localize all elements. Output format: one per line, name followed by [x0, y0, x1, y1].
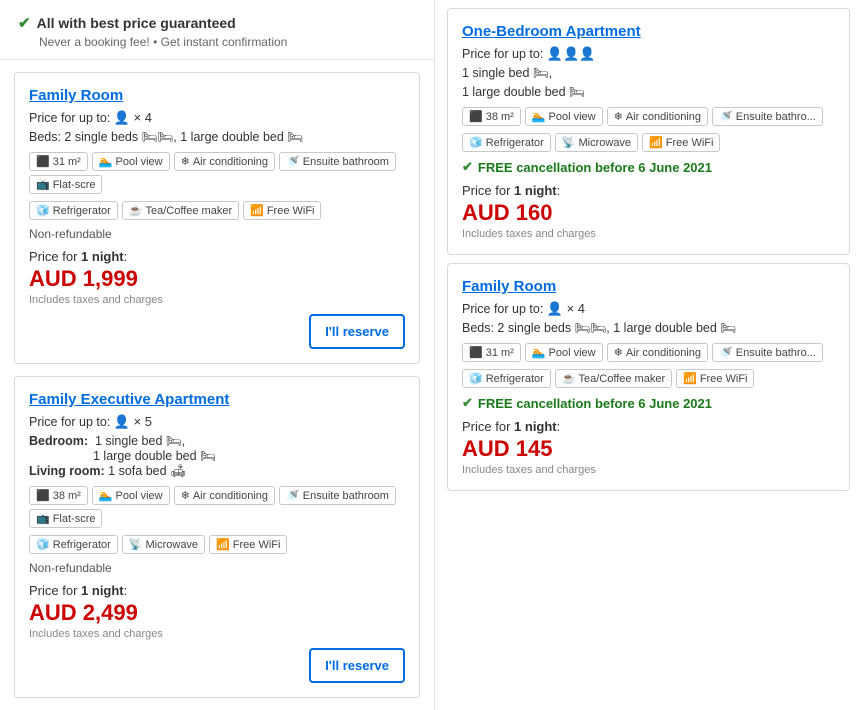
- amenity-fridge: 🧊Refrigerator: [29, 201, 118, 220]
- obed-amenity-size: ⬛38 m²: [462, 107, 521, 126]
- fr-amenity-ac: ❄Air conditioning: [607, 343, 708, 362]
- fr-amenity-size: ⬛31 m²: [462, 343, 521, 362]
- family-executive-left-price: AUD 2,499: [29, 600, 405, 626]
- best-price-banner: ✔ All with best price guaranteed Never a…: [0, 0, 434, 60]
- obed-amenity-fridge: 🧊Refrigerator: [462, 133, 551, 152]
- family-room-left-incl: Includes taxes and charges: [29, 294, 405, 306]
- obed-amenity-wifi: 📶Free WiFi: [642, 133, 720, 152]
- one-bedroom-right-title[interactable]: One-Bedroom Apartment: [462, 23, 835, 40]
- family-executive-left-incl: Includes taxes and charges: [29, 628, 405, 640]
- family-executive-left-price-for: Price for up to: 👤 × 5: [29, 414, 405, 430]
- amenity-size: ⬛31 m²: [29, 152, 88, 171]
- one-bedroom-right-amenities: ⬛38 m² 🏊Pool view ❄Air conditioning 🚿Ens…: [462, 107, 835, 126]
- family-room-left-price: AUD 1,999: [29, 266, 405, 292]
- one-bedroom-free-cancel: ✔ FREE cancellation before 6 June 2021: [462, 159, 835, 175]
- exec-amenity-microwave: 📡Microwave: [122, 535, 205, 554]
- exec-amenity-fridge: 🧊Refrigerator: [29, 535, 118, 554]
- fr-amenity-ensuite: 🚿Ensuite bathro...: [712, 343, 823, 362]
- family-executive-left-price-label: Price for 1 night:: [29, 583, 405, 598]
- family-executive-left-select-area: I'll reserve: [29, 648, 405, 683]
- exec-amenity-ac: ❄Air conditioning: [174, 486, 275, 505]
- family-room-left-beds: Beds: 2 single beds 🛏🛏, 1 large double b…: [29, 130, 405, 145]
- fr-amenity-fridge: 🧊Refrigerator: [462, 369, 551, 388]
- exec-amenity-pool: 🏊Pool view: [92, 486, 170, 505]
- amenity-ac: ❄Air conditioning: [174, 152, 275, 171]
- amenity-ensuite: 🚿Ensuite bathroom: [279, 152, 396, 171]
- family-executive-left-select-btn[interactable]: I'll reserve: [309, 648, 405, 683]
- family-room-left-title[interactable]: Family Room: [29, 87, 405, 104]
- person-icon: 👤 × 4: [114, 110, 152, 125]
- obed-amenity-ensuite: 🚿Ensuite bathro...: [712, 107, 823, 126]
- family-room-left-select-btn[interactable]: I'll reserve: [309, 314, 405, 349]
- family-executive-left-title[interactable]: Family Executive Apartment: [29, 391, 405, 408]
- family-room-left-price-label: Price for 1 night:: [29, 249, 405, 264]
- best-price-title: ✔ All with best price guaranteed: [18, 14, 416, 32]
- family-executive-left-card: Family Executive Apartment Price for up …: [14, 376, 420, 698]
- one-bedroom-right-price: AUD 160: [462, 200, 835, 226]
- family-executive-left-policy: Non-refundable: [29, 561, 405, 575]
- obed-amenity-pool: 🏊Pool view: [525, 107, 603, 126]
- family-room-right-price-for: Price for up to: 👤 × 4: [462, 301, 835, 317]
- family-room-right-price: AUD 145: [462, 436, 835, 462]
- one-bedroom-right-amenities2: 🧊Refrigerator 📡Microwave 📶Free WiFi: [462, 133, 835, 152]
- family-room-right-amenities: ⬛31 m² 🏊Pool view ❄Air conditioning 🚿Ens…: [462, 343, 835, 362]
- exec-amenity-flatscreen: 📺Flat-scre: [29, 509, 102, 528]
- best-price-subtitle: Never a booking fee! • Get instant confi…: [39, 35, 416, 49]
- bedroom-section: Bedroom: 1 single bed 🛏, 1 large double …: [29, 434, 405, 479]
- exec-amenity-size: ⬛38 m²: [29, 486, 88, 505]
- family-room-left-select-area: I'll reserve: [29, 314, 405, 349]
- exec-amenity-wifi: 📶Free WiFi: [209, 535, 287, 554]
- family-executive-left-amenities: ⬛38 m² 🏊Pool view ❄Air conditioning 🚿Ens…: [29, 486, 405, 528]
- one-bedroom-right-card: One-Bedroom Apartment Price for up to: 👤…: [447, 8, 850, 255]
- one-bedroom-right-price-label: Price for 1 night:: [462, 183, 835, 198]
- free-cancel-check-icon: ✔: [462, 159, 473, 175]
- amenity-flatscreen: 📺Flat-scre: [29, 175, 102, 194]
- left-column: ✔ All with best price guaranteed Never a…: [0, 0, 435, 710]
- family-room-left-policy: Non-refundable: [29, 227, 405, 241]
- one-bedroom-right-price-for: Price for up to: 👤👤👤: [462, 46, 835, 62]
- fr-amenity-pool: 🏊Pool view: [525, 343, 603, 362]
- obed-amenity-microwave: 📡Microwave: [555, 133, 638, 152]
- amenity-wifi: 📶Free WiFi: [243, 201, 321, 220]
- person-icon-obed: 👤👤👤: [547, 46, 596, 61]
- family-room-right-free-cancel: ✔ FREE cancellation before 6 June 2021: [462, 395, 835, 411]
- family-room-left-price-for: Price for up to: 👤 × 4: [29, 110, 405, 126]
- family-room-right-beds: Beds: 2 single beds 🛏🛏, 1 large double b…: [462, 321, 835, 336]
- person-icon-fr: 👤 × 4: [547, 301, 585, 316]
- amenity-coffee: ☕Tea/Coffee maker: [122, 201, 239, 220]
- right-column: One-Bedroom Apartment Price for up to: 👤…: [435, 0, 862, 710]
- family-room-left-amenities: ⬛31 m² 🏊Pool view ❄Air conditioning 🚿Ens…: [29, 152, 405, 194]
- one-bedroom-right-beds2: 1 large double bed 🛏: [462, 85, 835, 100]
- fr-amenity-wifi: 📶Free WiFi: [676, 369, 754, 388]
- family-room-left-amenities2: 🧊Refrigerator ☕Tea/Coffee maker 📶Free Wi…: [29, 201, 405, 220]
- best-price-text: All with best price guaranteed: [37, 15, 236, 31]
- obed-amenity-ac: ❄Air conditioning: [607, 107, 708, 126]
- family-room-right-incl: Includes taxes and charges: [462, 464, 835, 476]
- check-icon: ✔: [18, 14, 31, 32]
- fr-free-cancel-check-icon: ✔: [462, 395, 473, 411]
- family-executive-left-amenities2: 🧊Refrigerator 📡Microwave 📶Free WiFi: [29, 535, 405, 554]
- family-room-right-amenities2: 🧊Refrigerator ☕Tea/Coffee maker 📶Free Wi…: [462, 369, 835, 388]
- fr-amenity-coffee: ☕Tea/Coffee maker: [555, 369, 672, 388]
- person-icon-exec: 👤 × 5: [114, 414, 152, 429]
- family-room-left-card: Family Room Price for up to: 👤 × 4 Beds:…: [14, 72, 420, 364]
- amenity-pool: 🏊Pool view: [92, 152, 170, 171]
- exec-amenity-ensuite: 🚿Ensuite bathroom: [279, 486, 396, 505]
- family-room-right-card: Family Room Price for up to: 👤 × 4 Beds:…: [447, 263, 850, 491]
- one-bedroom-right-beds: 1 single bed 🛏,: [462, 66, 835, 81]
- one-bedroom-right-incl: Includes taxes and charges: [462, 228, 835, 240]
- family-room-right-title[interactable]: Family Room: [462, 278, 835, 295]
- family-room-right-price-label: Price for 1 night:: [462, 419, 835, 434]
